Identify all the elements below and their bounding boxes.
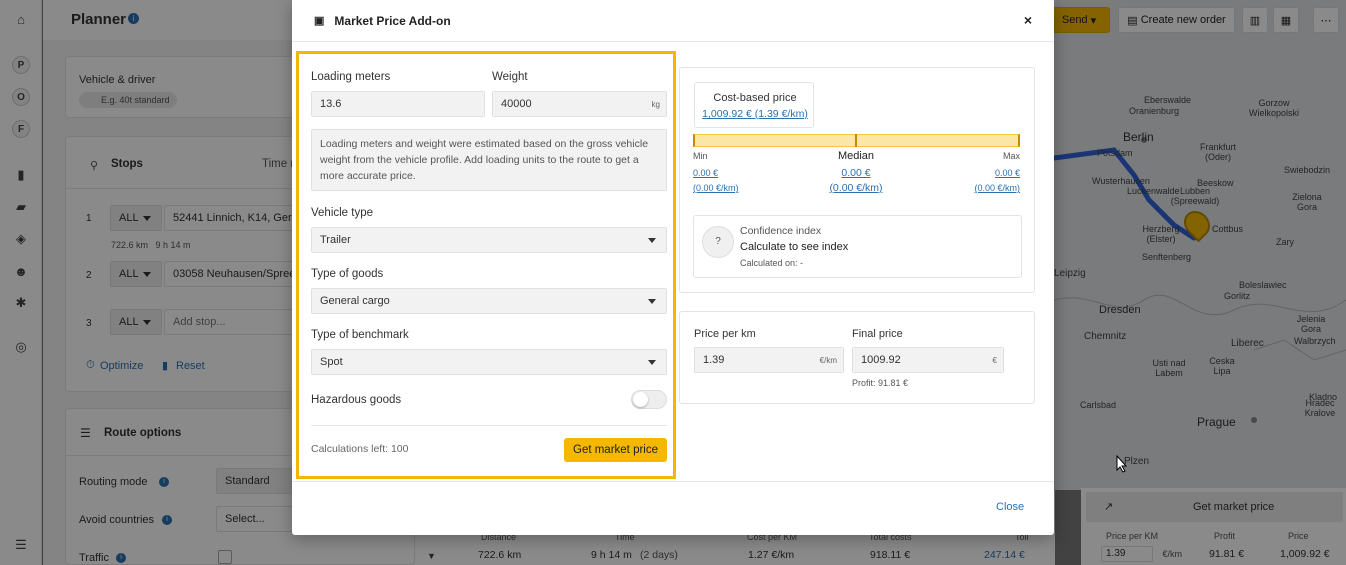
cursor-icon <box>1116 455 1128 473</box>
hazardous-label: Hazardous goods <box>311 394 402 406</box>
addon-icon: ▣ <box>314 15 325 27</box>
profit-text: Profit: 91.81 € <box>852 378 909 388</box>
calculated-on: Calculated on: - <box>740 258 804 268</box>
confidence-card: ? Confidence index Calculate to see inde… <box>693 215 1022 278</box>
get-market-price-button[interactable]: Get market price <box>564 438 667 462</box>
vehicle-type-value: Trailer <box>320 234 351 246</box>
hazardous-toggle[interactable] <box>631 390 667 409</box>
close-button[interactable]: Close <box>996 501 1024 513</box>
unit-label: € <box>992 355 997 365</box>
cost-based-value[interactable]: 1,009.92 € (1.39 €/km) <box>695 108 815 120</box>
median-marker <box>855 134 857 147</box>
calculations-left: Calculations left: 100 <box>311 443 409 455</box>
price-range-bar <box>693 134 1020 147</box>
median-value[interactable]: 0.00 € <box>816 167 896 179</box>
min-value[interactable]: 0.00 € <box>693 168 718 178</box>
confidence-title: Confidence index <box>740 225 822 237</box>
loading-meters-value: 13.6 <box>320 98 342 110</box>
confidence-text: Calculate to see index <box>740 241 849 253</box>
weight-value: 40000 <box>501 98 532 110</box>
benchmark-select[interactable]: Spot <box>311 349 667 375</box>
parameters-panel: Loading meters 13.6 Weight 40000 kg Loadi… <box>296 51 676 479</box>
question-icon: ? <box>702 226 734 258</box>
min-label: Min <box>693 151 708 161</box>
unit-label: €/km <box>819 355 837 365</box>
price-per-km-input[interactable]: 1.39 €/km <box>694 347 844 373</box>
vehicle-type-label: Vehicle type <box>311 207 374 219</box>
weight-label: Weight <box>492 71 528 83</box>
price-range-box: Cost-based price 1,009.92 € (1.39 €/km) … <box>679 67 1035 293</box>
weight-input[interactable]: 40000 kg <box>492 91 667 117</box>
modal-title: Market Price Add-on <box>334 13 451 28</box>
median-label: Median <box>837 150 875 162</box>
cost-based-title: Cost-based price <box>713 92 797 104</box>
price-per-km-label: Price per km <box>694 328 756 340</box>
max-km[interactable]: (0.00 €/km) <box>950 183 1020 193</box>
goods-type-value: General cargo <box>320 295 390 307</box>
modal-header: ▣ Market Price Add-on × <box>292 0 1054 42</box>
unit-label: kg <box>651 99 660 109</box>
loading-meters-label: Loading meters <box>311 71 391 83</box>
info-box: Loading meters and weight were estimated… <box>311 129 667 191</box>
final-price-label: Final price <box>852 328 903 340</box>
final-price-input[interactable]: 1009.92 € <box>852 347 1004 373</box>
price-per-km-value: 1.39 <box>703 354 725 366</box>
cost-based-card: Cost-based price 1,009.92 € (1.39 €/km) <box>694 82 814 128</box>
max-value[interactable]: 0.00 € <box>950 168 1020 178</box>
modal-footer: Close <box>292 481 1054 535</box>
loading-meters-input[interactable]: 13.6 <box>311 91 485 117</box>
vehicle-type-select[interactable]: Trailer <box>311 227 667 253</box>
final-price-value: 1009.92 <box>861 354 901 366</box>
goods-type-label: Type of goods <box>311 268 384 280</box>
benchmark-value: Spot <box>320 356 343 368</box>
market-price-modal: ▣ Market Price Add-on × Loading meters 1… <box>292 0 1054 535</box>
min-km[interactable]: (0.00 €/km) <box>693 183 739 193</box>
close-icon[interactable]: × <box>1024 12 1032 28</box>
final-price-box: Price per km 1.39 €/km Final price 1009.9… <box>679 311 1035 404</box>
max-label: Max <box>1002 151 1020 161</box>
median-km[interactable]: (0.00 €/km) <box>816 182 896 194</box>
benchmark-label: Type of benchmark <box>311 329 409 341</box>
goods-type-select[interactable]: General cargo <box>311 288 667 314</box>
